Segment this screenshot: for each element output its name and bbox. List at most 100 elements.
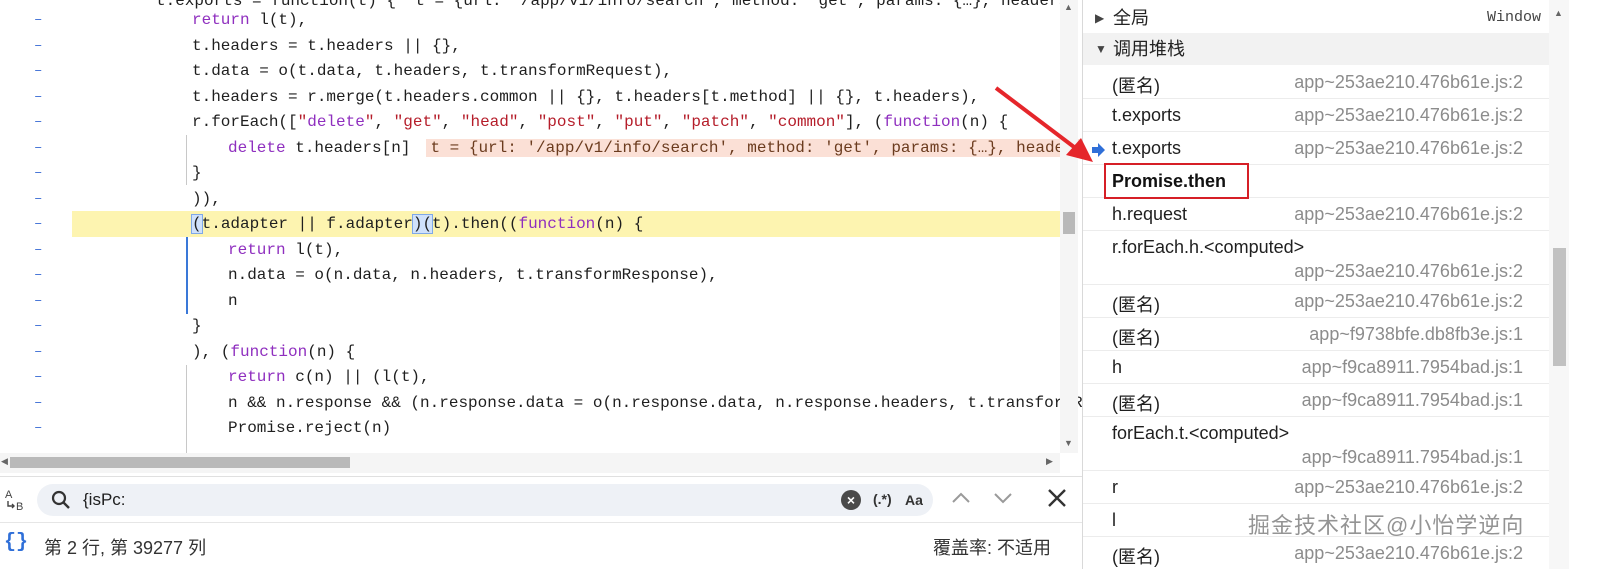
scroll-down-arrow-icon[interactable]: ▼ (1064, 438, 1073, 448)
call-frame[interactable]: t.exports app~253ae210.476b61e.js:2 (1083, 132, 1549, 165)
line-gutter-marker[interactable]: – (34, 390, 48, 416)
clear-search-icon[interactable]: × (841, 490, 861, 510)
call-frame[interactable]: (匿名) app~f9ca8911.7954bad.js:1 (1083, 384, 1549, 417)
code-vertical-scroll-thumb[interactable] (1063, 212, 1075, 234)
regex-toggle-button[interactable]: (.*) (873, 491, 892, 507)
search-box: × (.*) Aa (37, 484, 933, 516)
code-line[interactable]: – Promise.reject(n) (0, 415, 1060, 441)
call-frame-location[interactable]: app~253ae210.476b61e.js:2 (1294, 72, 1523, 93)
pretty-print-braces-icon[interactable]: {} (4, 531, 28, 554)
source-code-pane[interactable]: t.exports = function(t) { t = {url: '/ap… (0, 0, 1082, 476)
line-gutter-marker[interactable]: – (34, 262, 48, 288)
code-line[interactable]: – t.headers = t.headers || {}, (0, 33, 1060, 59)
code-line[interactable]: –), (function(n) { (0, 339, 1060, 365)
code-line[interactable]: – return l(t), (0, 7, 1060, 33)
line-gutter-marker[interactable]: – (34, 186, 48, 212)
call-frame-location[interactable]: app~253ae210.476b61e.js:2 (1294, 291, 1523, 312)
call-frame[interactable]: forEach.t.<computed> app~f9ca8911.7954bad… (1083, 417, 1549, 471)
code-line[interactable]: –} (0, 160, 1060, 186)
line-gutter-marker[interactable]: – (34, 109, 48, 135)
code-line[interactable]: – n.data = o(n.data, n.headers, t.transfo… (0, 262, 1060, 288)
call-frame-name: (匿名) (1112, 547, 1160, 567)
line-gutter-marker[interactable]: – (34, 58, 48, 84)
code-horizontal-scrollbar[interactable]: ◀ ▶ (0, 453, 1060, 473)
code-line[interactable]: – n && n.response && (n.response.data = o… (0, 390, 1082, 416)
code-horizontal-scroll-thumb[interactable] (10, 457, 350, 468)
code-line[interactable]: – t.headers = r.merge(t.headers.common ||… (0, 84, 1060, 110)
line-gutter-marker[interactable]: – (34, 211, 48, 237)
call-stack-scrollbar[interactable]: ▲ (1549, 0, 1569, 569)
call-frame-location[interactable]: app~253ae210.476b61e.js:2 (1294, 138, 1523, 159)
code-line[interactable]: – return l(t), (0, 237, 1060, 263)
call-frame-location[interactable]: app~f9738bfe.db8fb3e.js:1 (1309, 324, 1523, 345)
paused-code-line[interactable]: – (t.adapter || f.adapter)(t).then((funct… (34, 211, 1060, 237)
annotation-arrow-icon (994, 86, 1093, 162)
line-gutter-marker[interactable]: – (34, 339, 48, 365)
call-frame-name: t.exports (1112, 138, 1182, 158)
call-frame[interactable]: r app~253ae210.476b61e.js:2 (1083, 471, 1549, 504)
code-line[interactable]: – return c(n) || (l(t), (0, 364, 1060, 390)
line-gutter-marker[interactable]: – (34, 364, 48, 390)
code-vertical-scrollbar[interactable]: ▲ ▼ (1060, 0, 1078, 453)
scroll-up-arrow-icon[interactable]: ▲ (1554, 8, 1563, 18)
global-scope-value: Window (1486, 9, 1541, 26)
previous-match-chevron-up-icon[interactable] (948, 485, 974, 511)
watermark-text: 掘金技术社区@小怡学逆向 (1248, 513, 1525, 538)
scroll-left-arrow-icon[interactable]: ◀ (1, 456, 8, 467)
call-frame[interactable]: (匿名) app~253ae210.476b61e.js:2 (1083, 285, 1549, 318)
search-input[interactable] (83, 484, 843, 516)
cursor-position: 第 2 行, 第 39277 列 (44, 538, 207, 558)
code-line[interactable]: – r.forEach(["delete", "get", "head", "po… (0, 109, 1060, 135)
close-search-icon[interactable] (1044, 485, 1070, 511)
code-line[interactable]: –} (0, 313, 1060, 339)
side-panel-margin (1569, 0, 1612, 569)
match-case-toggle-button[interactable]: Aa (905, 492, 923, 508)
scroll-right-arrow-icon[interactable]: ▶ (1046, 456, 1053, 467)
call-frame-location[interactable]: app~253ae210.476b61e.js:2 (1294, 477, 1523, 498)
scroll-up-arrow-icon[interactable]: ▲ (1064, 2, 1073, 12)
next-match-chevron-down-icon[interactable] (990, 485, 1016, 511)
line-gutter-marker[interactable]: – (34, 415, 48, 441)
call-frame[interactable]: h.request app~253ae210.476b61e.js:2 (1083, 198, 1549, 231)
call-frame[interactable]: (匿名) app~253ae210.476b61e.js:2 (1083, 66, 1549, 99)
code-text: return c(n) || (l(t), (228, 368, 430, 386)
code-line[interactable]: – delete t.headers[n] t = {url: '/app/v1/i… (0, 135, 1082, 161)
line-gutter-marker[interactable]: – (34, 7, 48, 33)
line-gutter-marker[interactable]: – (34, 288, 48, 314)
call-frame-location[interactable]: app~253ae210.476b61e.js:2 (1294, 105, 1523, 126)
call-frame[interactable]: h app~f9ca8911.7954bad.js:1 (1083, 351, 1549, 384)
svg-text:A: A (5, 489, 13, 501)
code-line[interactable]: – t.data = o(t.data, t.headers, t.transfo… (0, 58, 1060, 84)
line-gutter-marker[interactable]: – (34, 33, 48, 59)
code-line[interactable]: –)), (0, 186, 1060, 212)
call-frame-location[interactable]: app~253ae210.476b61e.js:2 (1294, 261, 1523, 282)
call-frame[interactable]: (匿名) app~253ae210.476b61e.js:2 (1083, 537, 1549, 569)
line-gutter-marker[interactable]: – (34, 237, 48, 263)
call-frame[interactable]: r.forEach.h.<computed> app~253ae210.476b6… (1083, 231, 1549, 285)
call-frame-name: (匿名) (1112, 328, 1160, 348)
call-frame[interactable]: t.exports app~253ae210.476b61e.js:2 (1083, 99, 1549, 132)
call-frame-location[interactable]: app~253ae210.476b61e.js:2 (1294, 543, 1523, 564)
line-gutter-marker[interactable]: – (34, 160, 48, 186)
call-frame-name: t.exports (1112, 105, 1182, 125)
call-frame-name: (匿名) (1112, 394, 1160, 414)
call-frame-location[interactable]: app~253ae210.476b61e.js:2 (1294, 204, 1523, 225)
call-frame-name: forEach.t.<computed> (1112, 423, 1290, 443)
call-frame-location[interactable]: app~f9ca8911.7954bad.js:1 (1302, 447, 1523, 468)
line-gutter-marker[interactable]: – (34, 313, 48, 339)
global-scope-row[interactable]: ▶ 全局 Window (1083, 2, 1549, 34)
indent-guide (186, 237, 188, 314)
call-frame[interactable]: (匿名) app~f9738bfe.db8fb3e.js:1 (1083, 318, 1549, 351)
code-text: )), (192, 189, 221, 208)
call-frame-location[interactable]: app~f9ca8911.7954bad.js:1 (1302, 357, 1523, 378)
code-text: return l(t), (192, 11, 308, 29)
code-line[interactable]: – n (0, 288, 1060, 314)
code-text: delete t.headers[n] t = {url: '/app/v1/in… (228, 135, 1082, 161)
call-stack-scroll-thumb[interactable] (1553, 248, 1566, 366)
line-gutter-marker[interactable]: – (34, 84, 48, 110)
call-frame-location[interactable]: app~f9ca8911.7954bad.js:1 (1302, 390, 1523, 411)
code-text: r.forEach(["delete", "get", "head", "pos… (192, 113, 1009, 131)
line-gutter-marker[interactable]: – (34, 135, 48, 161)
call-stack-header[interactable]: ▼ 调用堆栈 (1083, 33, 1549, 65)
match-whole-word-icon[interactable]: A B (3, 487, 29, 513)
